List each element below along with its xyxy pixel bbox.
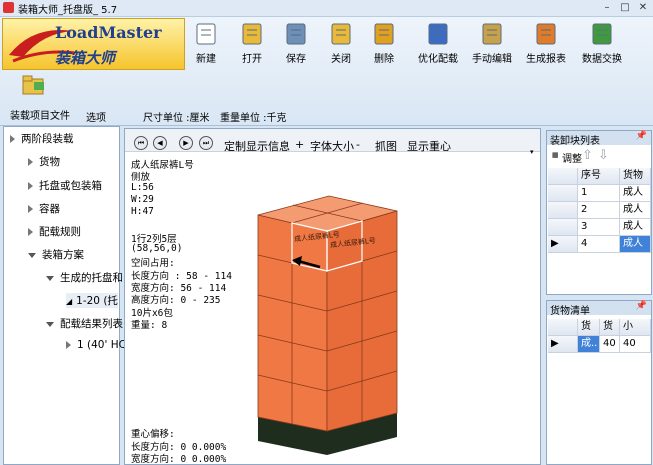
size-unit-label: 尺寸单位 :厘米 [143,113,210,124]
open-folder-icon [239,22,265,46]
minimize-button[interactable]: – [600,1,614,14]
column-header[interactable]: 小 [620,319,651,336]
toolbar-label: 新建 [196,54,216,65]
table-cell[interactable]: 40 [600,336,620,353]
table-cell[interactable]: 成.. [578,336,600,353]
toolbar-button-7[interactable]: 生成报表 [520,20,572,70]
new-file-icon [193,22,219,46]
report-icon [533,22,559,46]
toolbar-label: 生成报表 [526,54,566,65]
adjust-label: 调整 [562,154,582,165]
tree-item-generated-pallets[interactable]: 生成的托盘和 [46,270,123,285]
toolbar-button-5[interactable]: 优化配载 [412,20,464,70]
row-header[interactable] [548,219,578,236]
move-down-icon[interactable]: ⇩ [598,148,609,163]
project-file-icon[interactable] [22,74,46,96]
delete-icon [371,22,397,46]
weight-unit-label: 重量单位 :千克 [220,113,287,124]
info-line: W:29 [131,193,154,205]
save-icon [283,22,309,46]
prev-button[interactable]: ◀ [153,136,167,150]
table-cell[interactable]: 2 [578,202,620,219]
show-cog-button[interactable]: 显示重心 [407,138,451,154]
excel-icon [589,22,615,46]
tree-item-rules[interactable]: 配载规则 [28,224,81,239]
row-header[interactable]: ▶ [548,336,578,353]
font-plus-button[interactable]: + [295,138,304,151]
pallet-3d-view[interactable] [250,185,410,457]
table-cell[interactable]: 成人 [620,219,651,236]
tree-item-pallet[interactable]: 托盘或包装箱 [28,178,102,193]
toolbar-label: 数据交换 [582,54,622,65]
row-header[interactable] [548,185,578,202]
custom-info-button[interactable]: 定制显示信息 [224,138,290,154]
info-line: (58,56,0) [131,243,183,255]
project-file-label[interactable]: 装载项目文件 [10,107,70,122]
move-up-icon[interactable]: ⇧ [582,148,593,163]
table-cell[interactable]: 3 [578,219,620,236]
row-header[interactable] [548,202,578,219]
table-cell[interactable]: 1 [578,185,620,202]
toolbar-button-4[interactable]: 删除 [358,20,410,70]
table-cell[interactable]: 40 [620,336,651,353]
options-label[interactable]: 选项 [86,109,106,124]
manual-edit-icon [479,22,505,46]
viewer-menu-icon[interactable]: ▾ [530,148,534,156]
toolbar-label: 优化配载 [418,54,458,65]
tree-item-goods[interactable]: 货物 [28,154,60,169]
row-header[interactable]: ▶ [548,236,578,253]
app-icon [3,2,14,13]
table-cell[interactable]: 成人 [620,202,651,219]
table-cell[interactable]: 成人 [620,185,651,202]
pin-icon[interactable]: 📌 [636,131,647,141]
info-line: H:47 [131,206,154,218]
tree-item-result-1[interactable]: 1 (40' HC [66,339,126,351]
toolbar-button-0[interactable]: 新建 [180,20,232,70]
column-header[interactable]: 货 [578,319,600,336]
logo-title: LoadMaster [55,23,162,42]
toolbar-button-8[interactable]: 数据交换 [576,20,628,70]
tree-item-container[interactable]: 容器 [28,201,60,216]
tree-root[interactable]: 两阶段装载 [10,131,74,146]
font-minus-button[interactable]: - [356,138,360,151]
table-cell[interactable]: 成人 [620,236,651,253]
project-tree: 两阶段装载 货物 托盘或包装箱 容器 配载规则 装箱方案 生成的托盘和 ◢ 1-2… [3,126,126,465]
grid-corner [548,168,578,185]
font-size-label: 字体大小 [310,140,354,153]
loadmaster-logo: LoadMaster 装箱大师 [2,18,185,70]
cog-line: 宽度方向: 0 0.000% [131,454,227,465]
tree-item-plan[interactable]: 装箱方案 [28,247,84,262]
info-line: L:56 [131,181,154,193]
column-header[interactable]: 序号 [578,168,620,185]
cargo-list-header: 货物清单 📌 [547,301,651,317]
load-list-header: 装卸块列表 📌 [547,131,651,147]
optimize-icon [425,22,451,46]
first-button[interactable]: ⏮ [134,136,148,150]
close-window-button[interactable]: ✕ [636,1,650,14]
next-button[interactable]: ▶ [179,136,193,150]
logo-subtitle: 装箱大师 [55,49,116,67]
window-title: 装箱大师_托盘版_ 5.7 [18,5,118,16]
toolbar-button-6[interactable]: 手动编辑 [466,20,518,70]
maximize-button[interactable]: □ [618,1,632,14]
capture-button[interactable]: 抓图 [375,138,397,154]
table-cell[interactable]: 4 [578,236,620,253]
column-header[interactable]: 货 [600,319,620,336]
toolbar-label: 删除 [374,54,394,65]
tree-item-pallet-1-20[interactable]: ◢ 1-20 (托 [66,293,118,308]
adjust-icon: ▦ [552,151,559,159]
close-folder-icon [328,22,354,46]
column-header[interactable]: 货物 [620,168,651,185]
grid-corner [548,319,578,336]
last-button[interactable]: ⏭ [199,136,213,150]
toolbar-label: 手动编辑 [472,54,512,65]
info-line: 重量: 8 [131,319,168,331]
title-bar: 装箱大师_托盘版_ 5.7 – □ ✕ [0,0,653,17]
pin-icon[interactable]: 📌 [636,301,647,311]
tree-item-results[interactable]: 配载结果列表 [46,316,123,331]
